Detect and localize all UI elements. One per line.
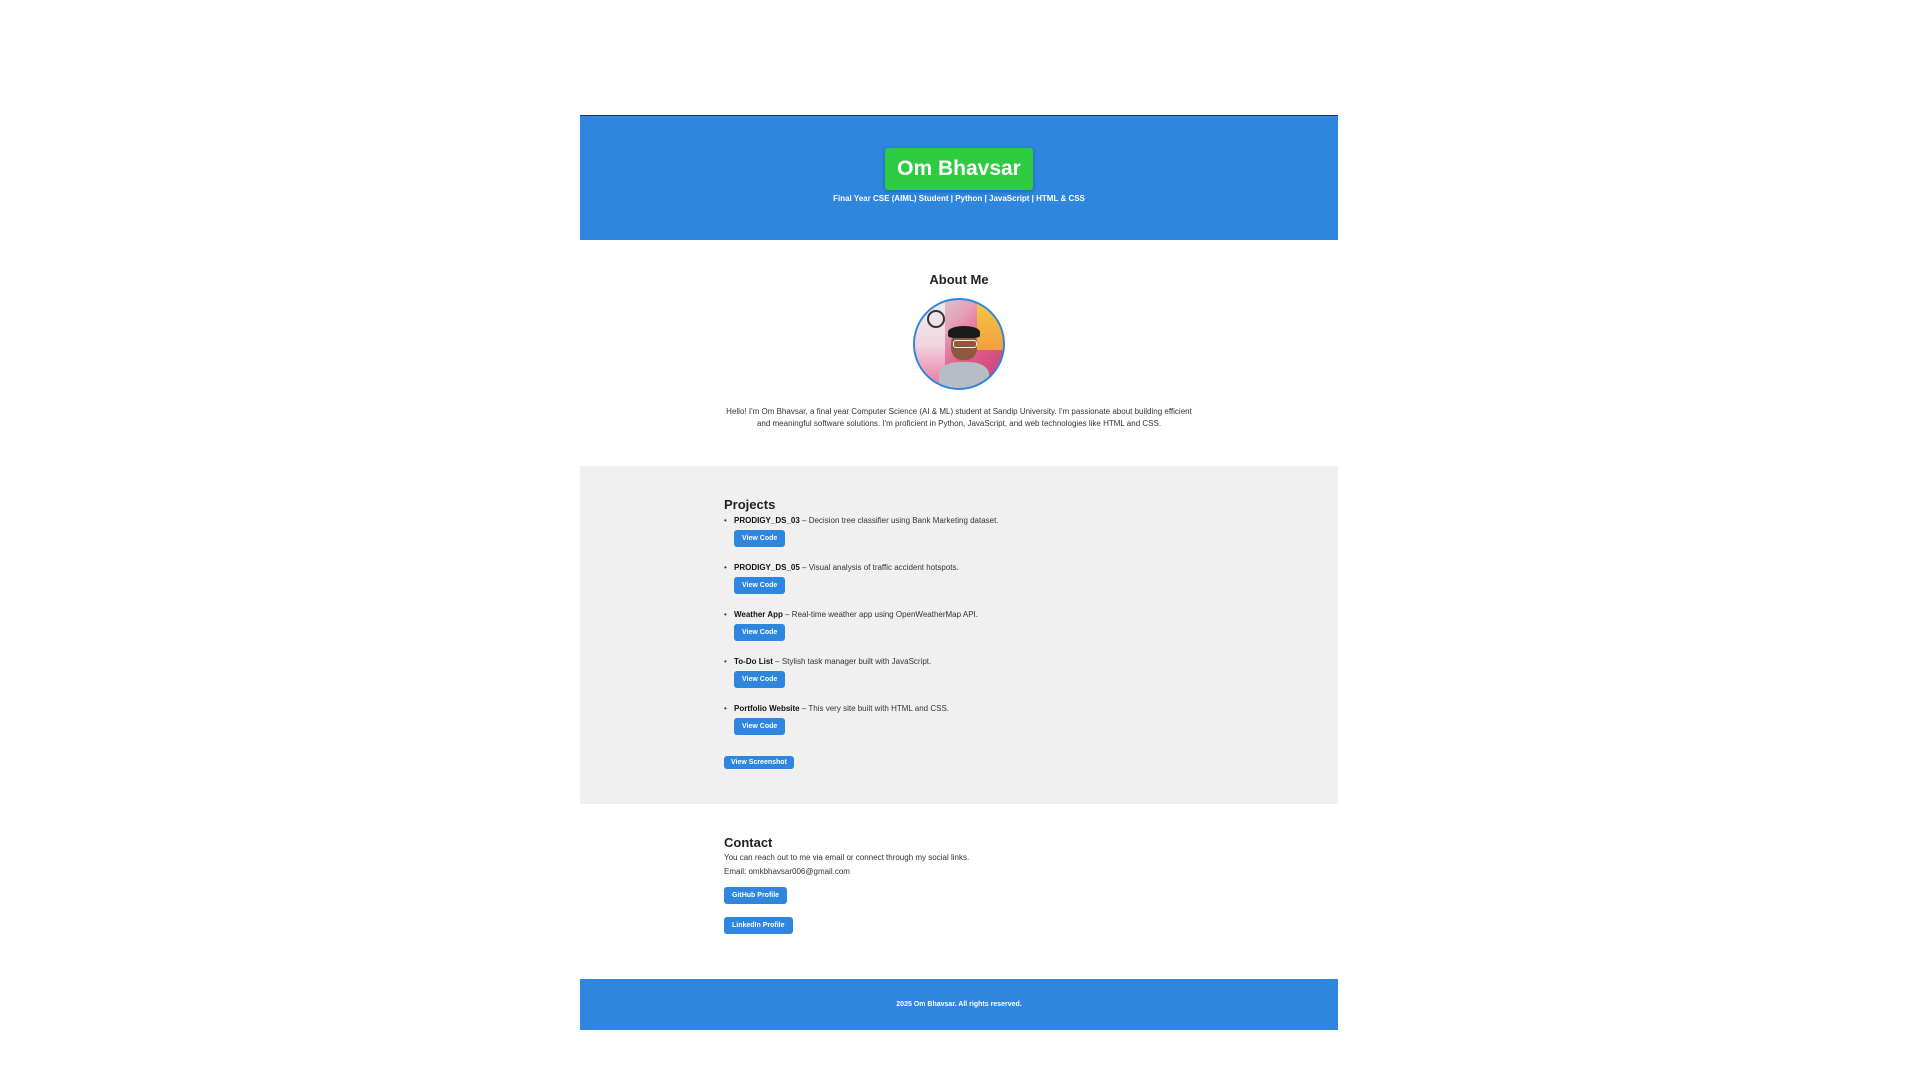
about-text: Hello! I'm Om Bhavsar, a final year Comp… [726, 407, 1192, 428]
site-tagline: Final Year CSE (AIML) Student | Python |… [833, 194, 1085, 203]
view-code-button[interactable]: View Code [734, 577, 786, 594]
photo-person-glasses [953, 340, 977, 348]
projects-title: Projects [724, 497, 776, 512]
bullet-icon: • [724, 657, 727, 666]
bullet-icon: • [724, 610, 727, 619]
project-name: Weather App [734, 610, 783, 619]
contact-email: Email: omkbhavsar006@gmail.com [724, 867, 850, 876]
projects-section: Projects • PRODIGY_DS_03 – Decision tree… [580, 466, 1338, 804]
project-name: Portfolio Website [734, 704, 800, 713]
view-code-button[interactable]: View Code [734, 530, 786, 547]
view-code-button[interactable]: View Code [734, 624, 786, 641]
project-name: PRODIGY_DS_05 [734, 563, 800, 572]
footer-text: 2025 Om Bhavsar. All rights reserved. [896, 1001, 1022, 1008]
photo-logo-icon [927, 310, 945, 328]
about-section: About Me Hello! I'm Om Bhavsar, a final … [580, 240, 1338, 466]
project-item: • Portfolio Website – This very site bui… [724, 704, 1338, 751]
bullet-icon: • [724, 704, 727, 713]
project-name: To-Do List [734, 657, 773, 666]
project-description: – Real-time weather app using OpenWeathe… [782, 610, 978, 619]
project-item: • Weather App – Real-time weather app us… [724, 610, 1338, 657]
site-title: Om Bhavsar [885, 148, 1033, 190]
bullet-icon: • [724, 563, 727, 572]
project-name: PRODIGY_DS_03 [734, 516, 800, 525]
profile-photo [913, 298, 1005, 390]
project-item: • PRODIGY_DS_03 – Decision tree classifi… [724, 516, 1338, 563]
project-description: – Stylish task manager built with JavaSc… [772, 657, 932, 666]
photo-person-hair [948, 326, 980, 338]
site-header: Om Bhavsar Final Year CSE (AIML) Student… [580, 115, 1338, 240]
project-item: • PRODIGY_DS_05 – Visual analysis of tra… [724, 563, 1338, 610]
view-code-button[interactable]: View Code [734, 671, 786, 688]
bullet-icon: • [724, 516, 727, 525]
project-description: – This very site built with HTML and CSS… [799, 704, 950, 713]
portfolio-page: Om Bhavsar Final Year CSE (AIML) Student… [580, 115, 1338, 1030]
site-footer: 2025 Om Bhavsar. All rights reserved. [580, 979, 1338, 1030]
linkedin-profile-button[interactable]: LinkedIn Profile [724, 917, 793, 934]
projects-list: • PRODIGY_DS_03 – Decision tree classifi… [724, 516, 1338, 751]
project-description: – Visual analysis of traffic accident ho… [799, 563, 959, 572]
about-title: About Me [929, 272, 989, 287]
project-description: – Decision tree classifier using Bank Ma… [799, 516, 999, 525]
photo-background-right [977, 300, 1003, 350]
view-screenshot-button[interactable]: View Screenshot [724, 756, 794, 769]
contact-text: You can reach out to me via email or con… [724, 853, 970, 862]
photo-person-body [939, 362, 989, 388]
contact-section: Contact You can reach out to me via emai… [580, 804, 1338, 979]
view-code-button[interactable]: View Code [734, 718, 786, 735]
contact-title: Contact [724, 835, 773, 850]
github-profile-button[interactable]: GitHub Profile [724, 887, 788, 904]
project-item: • To-Do List – Stylish task manager buil… [724, 657, 1338, 704]
